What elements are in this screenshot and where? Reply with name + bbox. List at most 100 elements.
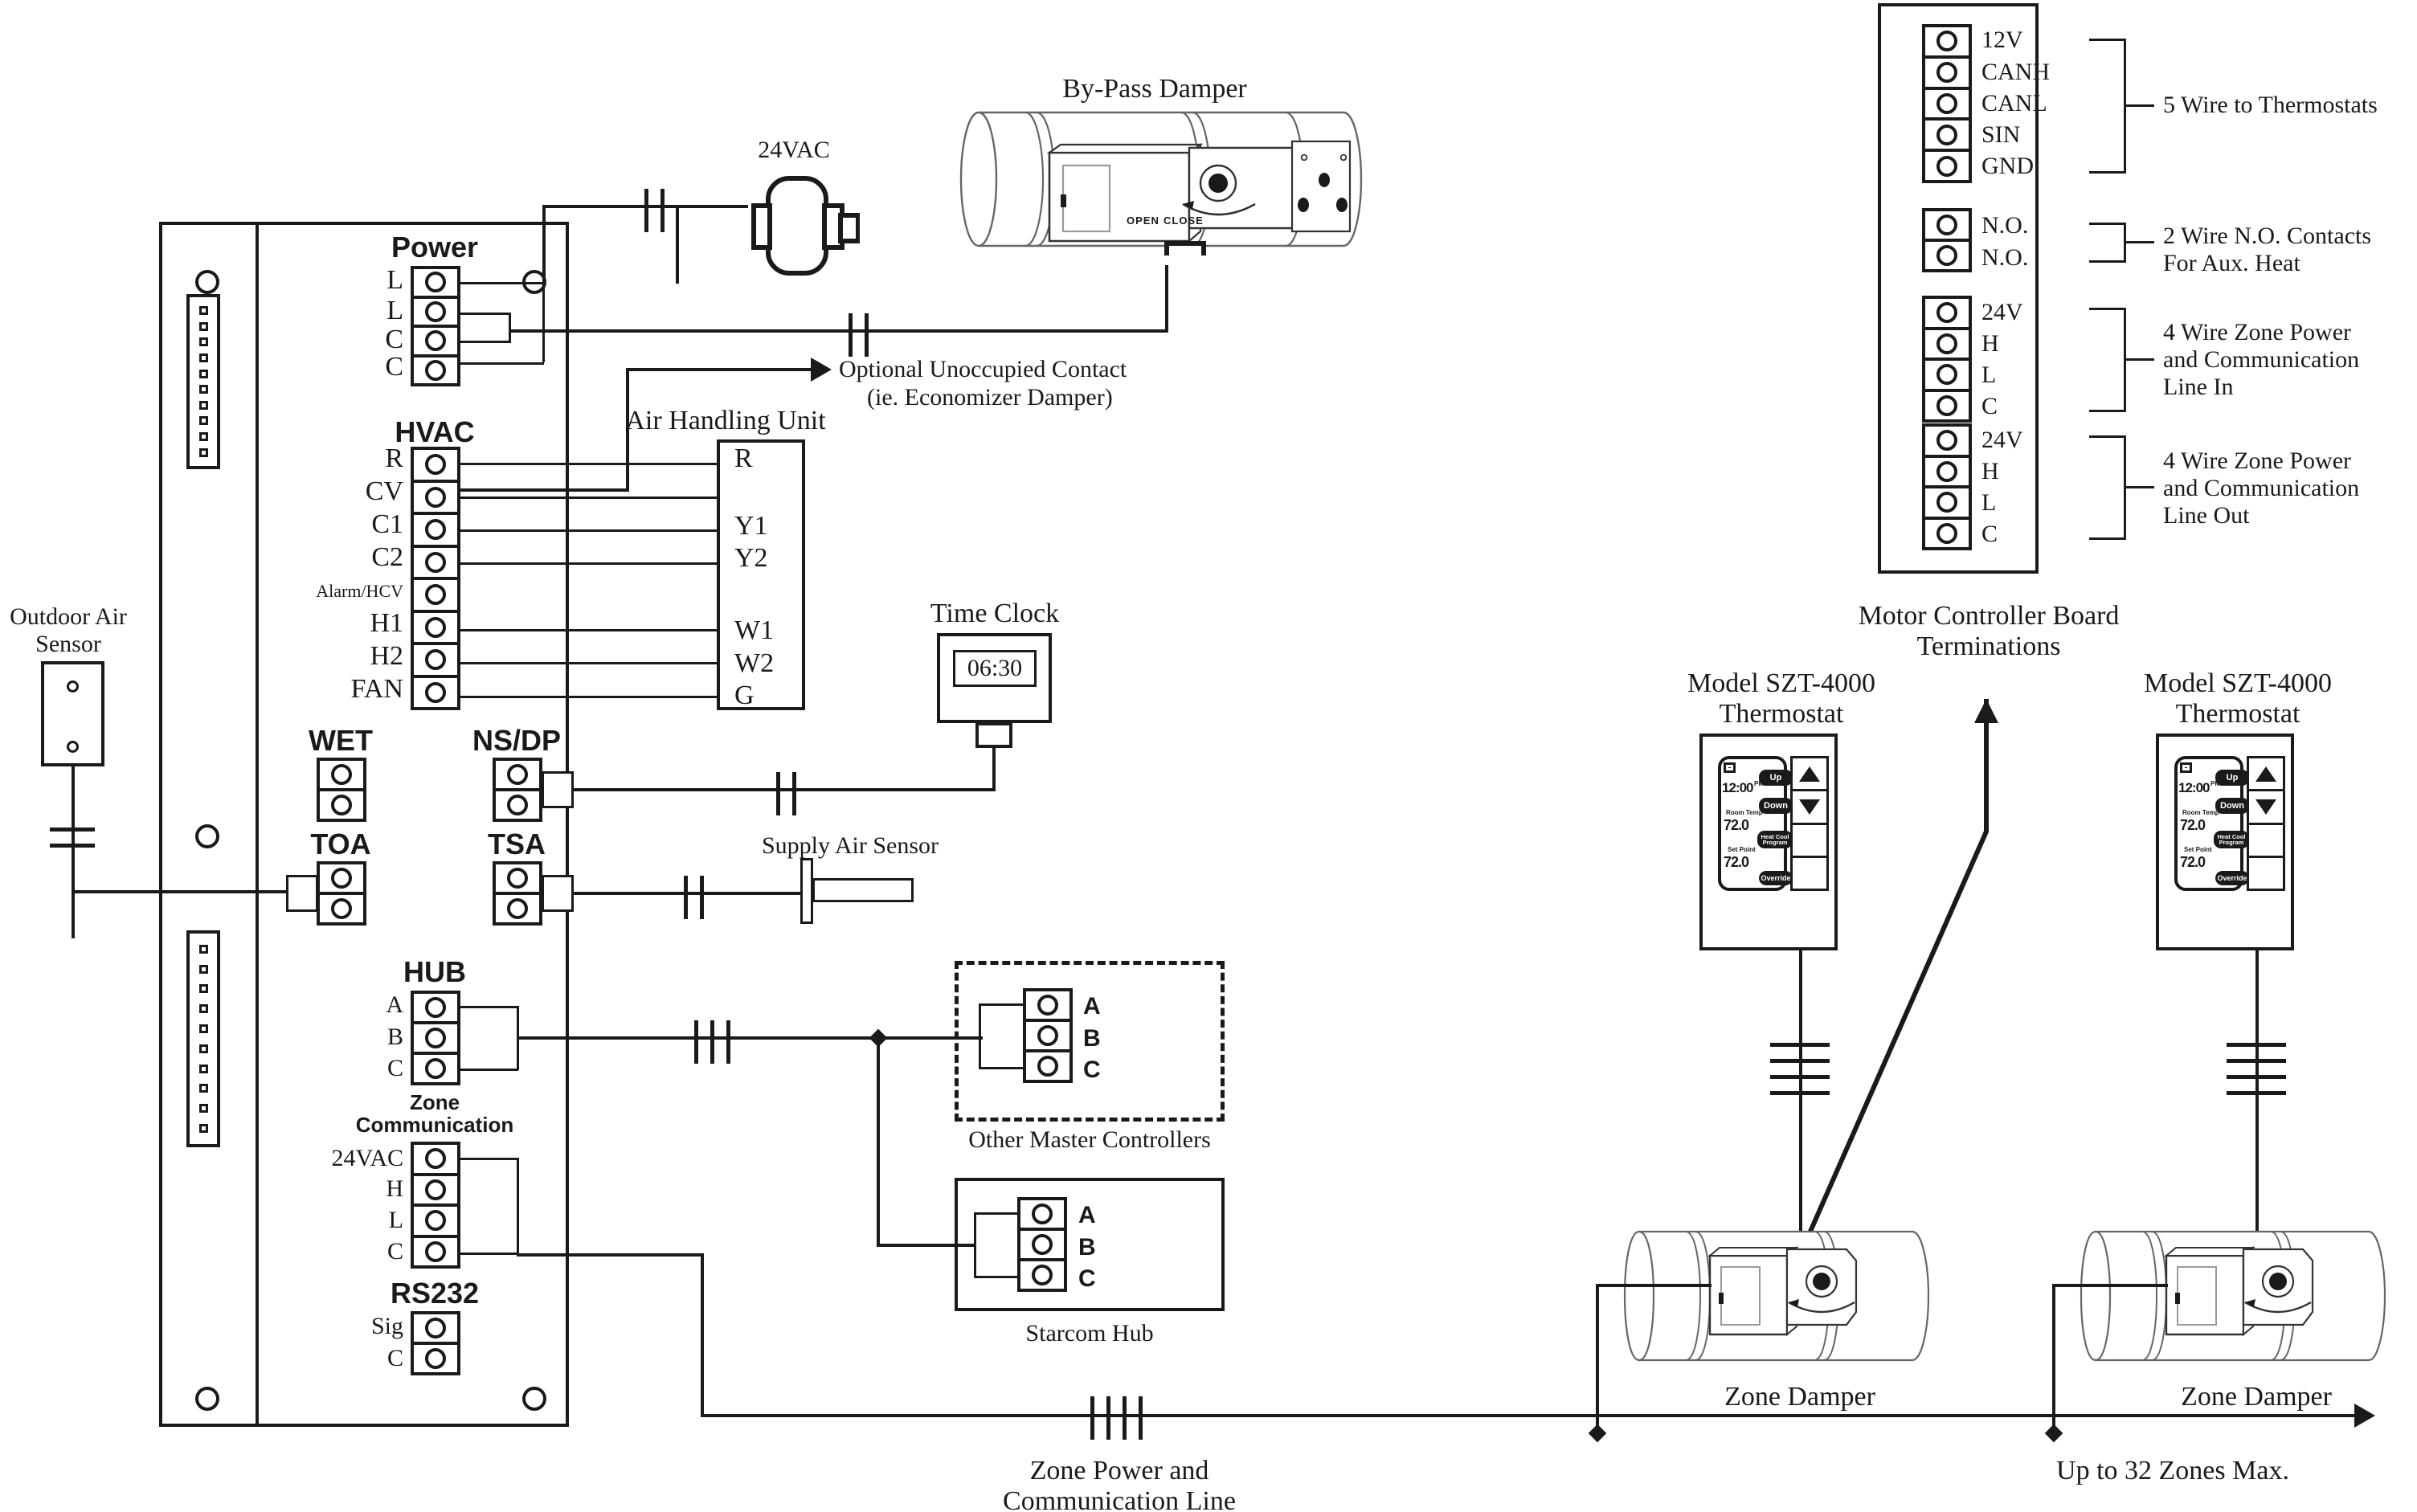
hub-terminal-label: A: [386, 991, 403, 1018]
header-pin: [198, 369, 208, 378]
wire: [979, 1067, 1025, 1069]
mcb-terminal[interactable]: [1925, 121, 1969, 153]
zone-damper-1-title: Zone Damper: [1724, 1382, 1875, 1412]
zone-comm-heading-line1: Zone: [409, 1090, 460, 1114]
thermostat-1-up-button[interactable]: Up: [1759, 770, 1793, 786]
hvac-terminal[interactable]: [414, 645, 457, 678]
thermostat-1-override-button[interactable]: Override: [1759, 871, 1793, 885]
mcb-group3-terminal-block[interactable]: [1922, 296, 1972, 423]
rs232-terminal[interactable]: [414, 1314, 457, 1345]
thermostat-1-key-blank[interactable]: [1793, 858, 1826, 889]
other-master-terminal[interactable]: [1026, 991, 1069, 1022]
mcb-terminal[interactable]: [1925, 211, 1969, 242]
power-terminal[interactable]: [414, 328, 457, 358]
other-master-terminal[interactable]: [1026, 1022, 1069, 1052]
thermostat-2-heat-cool-program-button[interactable]: Heat Cool Program: [2214, 831, 2249, 848]
hvac-terminal[interactable]: [414, 450, 457, 483]
zone-comm-terminal[interactable]: [414, 1237, 457, 1265]
hub-terminal-block[interactable]: [411, 991, 460, 1085]
zone-comm-terminal[interactable]: [414, 1145, 457, 1176]
mcb-terminal[interactable]: [1925, 329, 1969, 361]
rs232-terminal-block[interactable]: [411, 1311, 460, 1375]
hvac-terminal[interactable]: [414, 677, 457, 707]
wiring-diagram-canvas: Power L L C C HVAC R CV C1 C2 Alarm/HCV …: [0, 0, 2417, 1512]
mcb-terminal[interactable]: [1925, 391, 1969, 419]
tsa-terminal[interactable]: [496, 864, 539, 895]
thermostat-2-up-button[interactable]: Up: [2215, 770, 2249, 786]
rs232-terminal[interactable]: [414, 1345, 457, 1372]
wet-terminal[interactable]: [320, 791, 363, 819]
ahu-terminal-label: G: [734, 680, 755, 710]
mcb-group4-terminal-block[interactable]: [1922, 423, 1972, 550]
mcb-terminal[interactable]: [1925, 58, 1969, 90]
tsa-terminal[interactable]: [496, 895, 539, 922]
wet-terminal-block[interactable]: [317, 758, 366, 822]
thermostat-2-override-button[interactable]: Override: [2215, 871, 2249, 885]
mcb-terminal[interactable]: [1925, 488, 1969, 520]
thermostat-1-keypad[interactable]: [1790, 756, 1829, 891]
thermostat-1-heat-cool-program-button[interactable]: Heat Cool Program: [1757, 831, 1793, 848]
nsdp-terminal-block[interactable]: [493, 758, 542, 822]
nsdp-terminal[interactable]: [496, 791, 539, 819]
mcb-terminal[interactable]: [1925, 519, 1969, 547]
hub-terminal[interactable]: [414, 994, 457, 1024]
thermostat-2-key-blank[interactable]: [2249, 825, 2283, 858]
hvac-terminal[interactable]: [414, 547, 457, 580]
thermostat-1-key-up[interactable]: [1793, 758, 1826, 792]
toa-terminal[interactable]: [320, 895, 363, 922]
hvac-terminal[interactable]: [414, 482, 457, 515]
wire: [460, 1253, 518, 1255]
outdoor-air-sensor-label-line1: Outdoor Air: [10, 603, 127, 630]
thermostat-2-key-down[interactable]: [2249, 791, 2283, 825]
zone-comm-terminal[interactable]: [414, 1175, 457, 1207]
mcb-group2-terminal-block[interactable]: [1922, 208, 1972, 272]
wire-hash-2: [640, 189, 672, 232]
mounting-hole: [195, 824, 219, 848]
mcb-group1-terminal-block[interactable]: [1922, 24, 1972, 183]
other-master-terminal[interactable]: [1026, 1052, 1069, 1080]
power-terminal[interactable]: [414, 357, 457, 383]
thermostat-2-key-up[interactable]: [2249, 758, 2283, 792]
mcb-group3-note-line1: 4 Wire Zone Power: [2163, 319, 2352, 345]
other-master-terminal-block[interactable]: [1023, 988, 1073, 1083]
thermostat-1-key-down[interactable]: [1793, 791, 1826, 825]
mcb-group1-note: 5 Wire to Thermostats: [2163, 92, 2378, 118]
mcb-terminal[interactable]: [1925, 361, 1969, 392]
tsa-terminal-block[interactable]: [493, 861, 542, 926]
mcb-terminal[interactable]: [1925, 457, 1969, 488]
starcom-terminal[interactable]: [1020, 1200, 1064, 1231]
hvac-terminal[interactable]: [414, 612, 457, 645]
wire-hash-3: [691, 1020, 739, 1064]
zone-communication-terminal-block[interactable]: [411, 1142, 460, 1269]
thermostat-2-down-button[interactable]: Down: [2215, 798, 2249, 814]
hub-terminal[interactable]: [414, 1055, 457, 1082]
toa-terminal-block[interactable]: [317, 861, 366, 926]
hvac-terminal-block[interactable]: [411, 447, 460, 710]
starcom-hub-terminal-block[interactable]: [1017, 1197, 1067, 1292]
hub-terminal[interactable]: [414, 1024, 457, 1055]
thermostat-1-key-blank[interactable]: [1793, 825, 1826, 858]
mcb-terminal[interactable]: [1925, 152, 1969, 180]
thermostat-2-keypad[interactable]: [2247, 756, 2285, 891]
power-terminal-label: L: [386, 265, 403, 295]
mcb-terminal[interactable]: [1925, 27, 1969, 59]
mcb-terminal[interactable]: [1925, 299, 1969, 330]
power-terminal[interactable]: [414, 298, 457, 328]
thermostat-2-key-blank[interactable]: [2249, 858, 2283, 889]
nsdp-terminal[interactable]: [496, 761, 539, 791]
toa-terminal[interactable]: [320, 864, 363, 895]
hvac-terminal[interactable]: [414, 580, 457, 613]
mcb-terminal[interactable]: [1925, 242, 1969, 269]
starcom-terminal[interactable]: [1020, 1261, 1064, 1289]
screw-icon: [1936, 31, 1957, 52]
thermostat-1-down-button[interactable]: Down: [1759, 798, 1793, 814]
mcb-terminal[interactable]: [1925, 89, 1969, 121]
mcb-terminal[interactable]: [1925, 427, 1969, 458]
header-pin: [198, 447, 208, 457]
power-terminal-block[interactable]: [411, 266, 460, 386]
starcom-terminal[interactable]: [1020, 1231, 1064, 1261]
zone-comm-terminal[interactable]: [414, 1207, 457, 1238]
power-terminal[interactable]: [414, 269, 457, 299]
hvac-terminal[interactable]: [414, 515, 457, 548]
wet-terminal[interactable]: [320, 761, 363, 791]
